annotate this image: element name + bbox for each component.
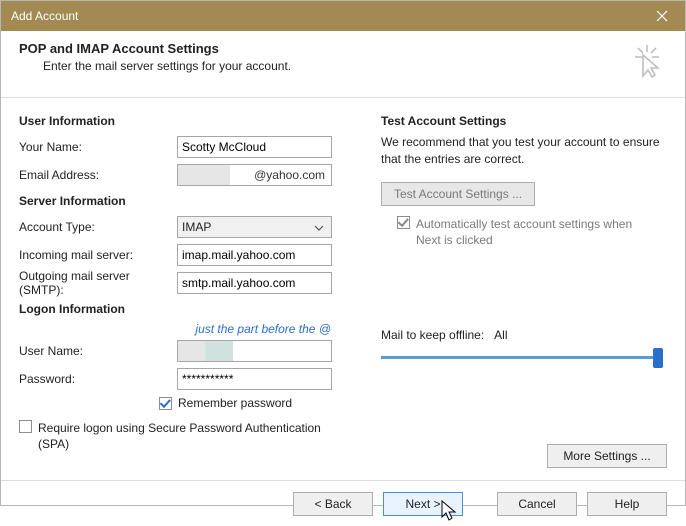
auto-test-label: Automatically test account settings when… bbox=[416, 216, 646, 248]
next-button-label: Next > bbox=[405, 497, 440, 511]
spa-label: Require logon using Secure Password Auth… bbox=[38, 420, 328, 452]
remember-password-label: Remember password bbox=[178, 396, 292, 410]
incoming-server-label: Incoming mail server: bbox=[19, 248, 177, 262]
window-title: Add Account bbox=[11, 9, 78, 23]
more-settings-button-label: More Settings ... bbox=[563, 449, 650, 463]
account-type-value: IMAP bbox=[182, 220, 211, 234]
wizard-footer: < Back Next > Cancel Help bbox=[1, 480, 685, 526]
remember-password-checkbox[interactable] bbox=[159, 397, 172, 410]
outgoing-server-label: Outgoing mail server (SMTP): bbox=[19, 269, 177, 297]
user-information-heading: User Information bbox=[19, 114, 361, 128]
help-button[interactable]: Help bbox=[587, 492, 667, 516]
back-button-label: < Back bbox=[314, 497, 351, 511]
help-button-label: Help bbox=[615, 497, 640, 511]
username-input[interactable] bbox=[177, 340, 332, 362]
your-name-label: Your Name: bbox=[19, 140, 177, 154]
account-type-label: Account Type: bbox=[19, 220, 177, 234]
back-button[interactable]: < Back bbox=[293, 492, 373, 516]
right-column: Test Account Settings We recommend that … bbox=[381, 108, 667, 480]
chevron-down-icon bbox=[311, 220, 327, 234]
close-icon[interactable] bbox=[639, 1, 685, 31]
mail-keep-offline-label: Mail to keep offline: bbox=[381, 328, 484, 342]
test-recommend-text: We recommend that you test your account … bbox=[381, 134, 667, 168]
outgoing-server-input[interactable] bbox=[177, 272, 332, 294]
auto-test-checkbox[interactable] bbox=[397, 216, 410, 229]
username-hint: just the part before the @ bbox=[19, 322, 361, 336]
test-account-settings-heading: Test Account Settings bbox=[381, 114, 667, 128]
account-type-select[interactable]: IMAP bbox=[177, 216, 332, 238]
password-label: Password: bbox=[19, 372, 177, 386]
your-name-input[interactable] bbox=[177, 136, 332, 158]
cancel-button[interactable]: Cancel bbox=[497, 492, 577, 516]
email-address-input[interactable] bbox=[177, 164, 332, 186]
page-subtitle: Enter the mail server settings for your … bbox=[19, 59, 627, 73]
test-account-settings-button-label: Test Account Settings ... bbox=[394, 187, 522, 201]
logon-information-heading: Logon Information bbox=[19, 302, 361, 316]
cursor-click-icon bbox=[627, 41, 667, 81]
cancel-button-label: Cancel bbox=[518, 497, 555, 511]
page-title: POP and IMAP Account Settings bbox=[19, 41, 627, 56]
more-settings-button[interactable]: More Settings ... bbox=[547, 444, 667, 468]
test-account-settings-button[interactable]: Test Account Settings ... bbox=[381, 182, 535, 206]
next-button[interactable]: Next > bbox=[383, 492, 463, 516]
mail-to-keep-offline-group: Mail to keep offline: All bbox=[381, 328, 667, 368]
mail-keep-offline-slider[interactable] bbox=[381, 348, 661, 368]
wizard-header: POP and IMAP Account Settings Enter the … bbox=[1, 31, 685, 98]
incoming-server-input[interactable] bbox=[177, 244, 332, 266]
server-information-heading: Server Information bbox=[19, 194, 361, 208]
username-label: User Name: bbox=[19, 344, 177, 358]
mail-keep-offline-value: All bbox=[494, 328, 507, 342]
spa-checkbox[interactable] bbox=[19, 420, 32, 433]
titlebar: Add Account bbox=[1, 1, 685, 31]
content-area: User Information Your Name: Email Addres… bbox=[1, 98, 685, 480]
password-input[interactable] bbox=[177, 368, 332, 390]
slider-thumb[interactable] bbox=[653, 348, 663, 368]
email-address-label: Email Address: bbox=[19, 168, 177, 182]
left-column: User Information Your Name: Email Addres… bbox=[19, 108, 361, 480]
